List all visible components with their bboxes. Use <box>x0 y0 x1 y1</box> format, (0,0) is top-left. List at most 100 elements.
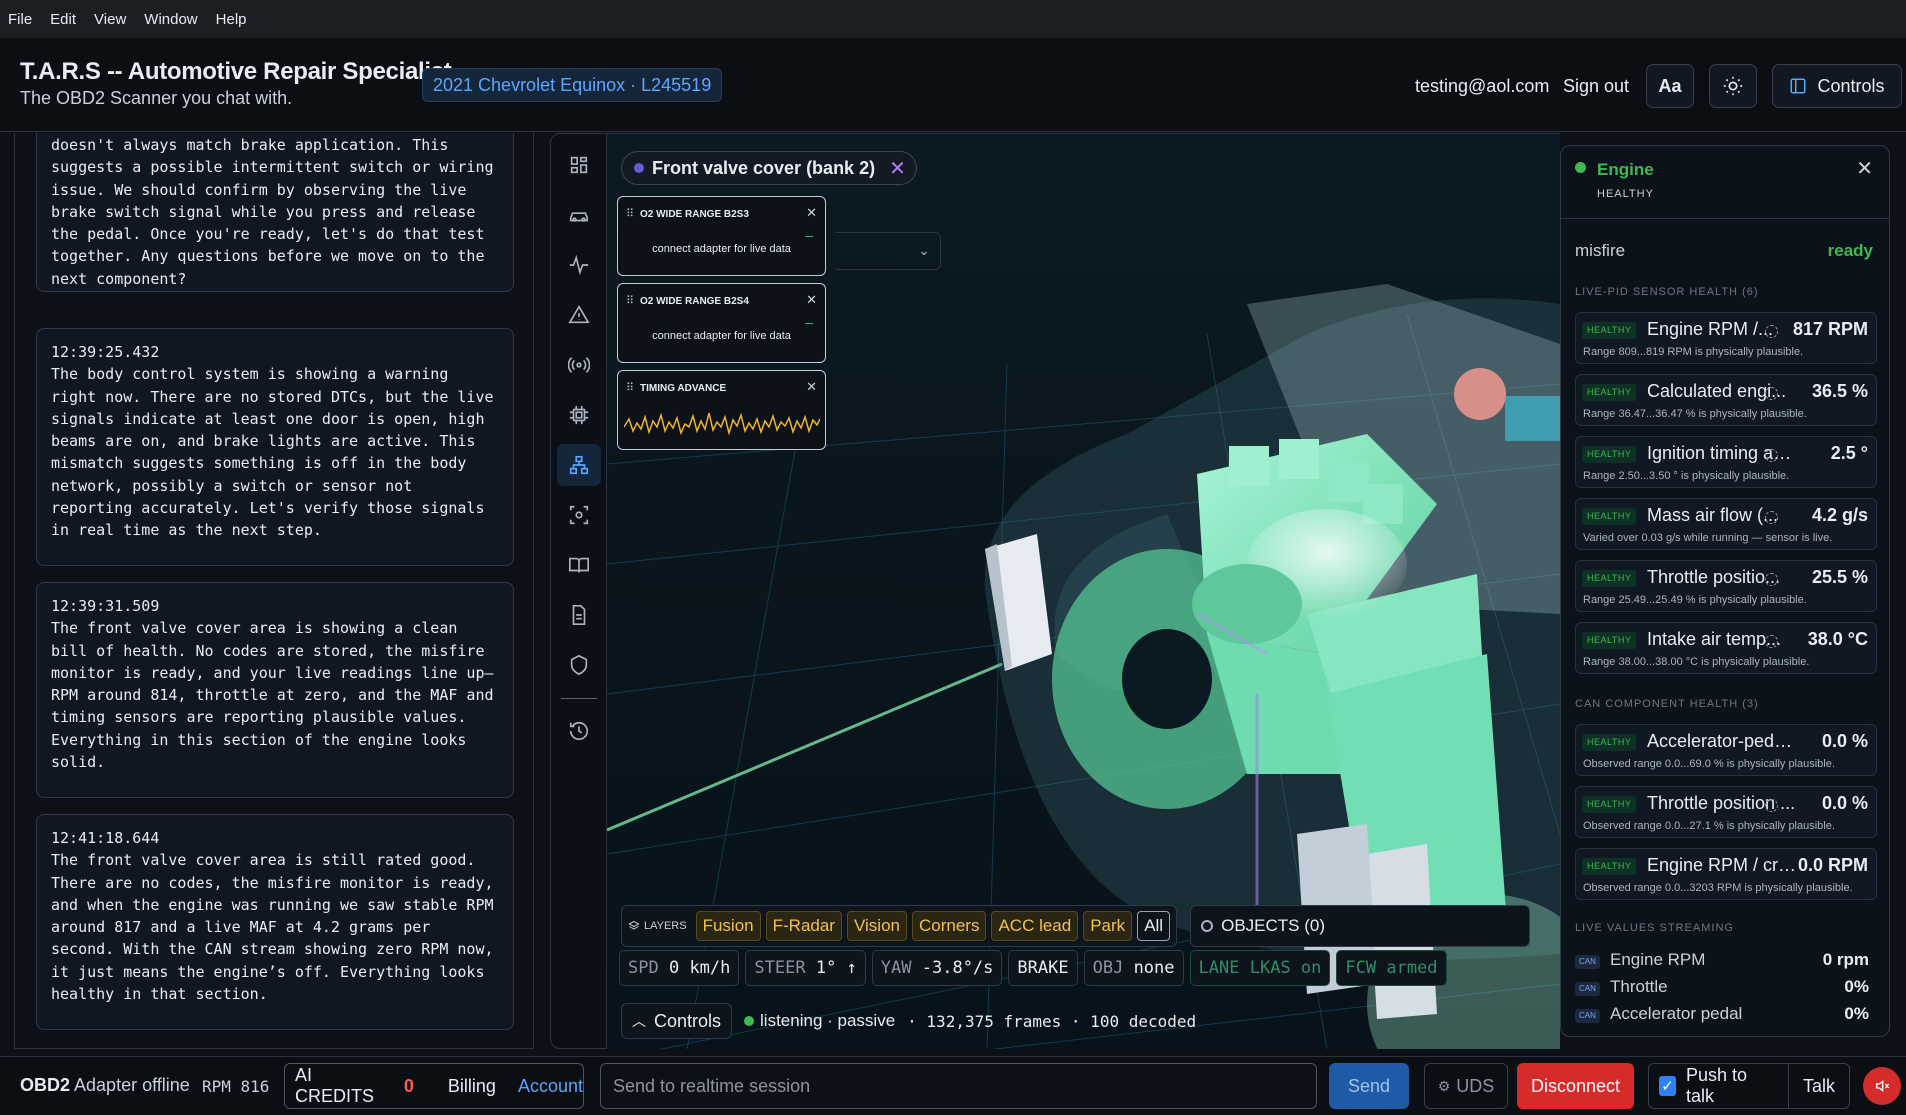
scan-icon[interactable] <box>557 494 601 536</box>
warning-icon[interactable] <box>557 294 601 336</box>
drag-handle-icon[interactable]: ⠿ <box>626 294 634 307</box>
push-to-talk-label: Push to talk <box>1686 1065 1748 1106</box>
broadcast-icon[interactable] <box>557 344 601 386</box>
sensor-health-card[interactable]: HEALTHY Calculated engi... 36.5 % Range 36.… <box>1575 374 1877 426</box>
healthy-badge: HEALTHY <box>1582 384 1637 401</box>
mute-icon[interactable] <box>1863 1067 1901 1105</box>
menu-file[interactable]: File <box>8 11 32 28</box>
telemetry-steer: STEER 1° ↑ <box>745 950 866 986</box>
can-tag: CAN <box>1575 1009 1600 1023</box>
3d-viewport[interactable]: Front valve cover (bank 2) ✕ ⌄ ⠿ O2 WIDE… <box>607 133 1560 1049</box>
adapter-offline-text: Adapter offline <box>74 1075 190 1095</box>
stream-name: Throttle <box>1610 977 1668 996</box>
healthy-badge: HEALTHY <box>1582 508 1637 525</box>
component-value: 0.0 % <box>1821 731 1868 751</box>
component-dot <box>634 163 644 173</box>
stream-value: 0% <box>1844 977 1869 996</box>
account-link[interactable]: Account <box>518 1076 583 1097</box>
drag-handle-icon[interactable]: ⠿ <box>626 207 634 220</box>
sensor-range: Range 2.50...3.50 ° is physically plausi… <box>1583 470 1790 482</box>
menu-help[interactable]: Help <box>216 11 247 28</box>
car-icon[interactable] <box>557 194 601 236</box>
theme-toggle-button[interactable] <box>1709 64 1757 108</box>
chat-message: doesn't always match brake application. … <box>36 133 514 292</box>
can-health-card[interactable]: HEALTHY Engine RPM / cra... 0.0 RPM Observe… <box>1575 848 1877 900</box>
talk-button[interactable]: Talk <box>1787 1063 1849 1109</box>
push-to-talk-checkbox[interactable]: ✓ <box>1659 1076 1676 1096</box>
telemetry-label: FCW <box>1345 958 1377 978</box>
can-health-card[interactable]: HEALTHY Accelerator-pedal p... 0.0 % Observ… <box>1575 724 1877 776</box>
loading-icon <box>1765 573 1778 586</box>
shield-icon[interactable] <box>557 644 601 686</box>
chip-icon[interactable] <box>557 394 601 436</box>
sign-out-link[interactable]: Sign out <box>1563 76 1629 97</box>
billing-link[interactable]: Billing <box>448 1076 496 1097</box>
layers-label-text: LAYERS <box>644 920 687 932</box>
pid-dropdown[interactable]: ⌄ <box>835 232 941 270</box>
layer-park[interactable]: Park <box>1083 911 1133 941</box>
target-icon <box>1201 920 1214 932</box>
pid-card-indicator <box>805 236 813 237</box>
healthy-badge: HEALTHY <box>1582 446 1637 463</box>
telemetry-brake: BRAKE <box>1008 950 1078 986</box>
close-icon[interactable]: ✕ <box>1856 156 1873 181</box>
layer-corners[interactable]: Corners <box>911 911 987 941</box>
controls-toggle[interactable]: ︿ Controls <box>621 1003 733 1039</box>
loading-icon <box>1765 799 1778 812</box>
layer-all[interactable]: All <box>1137 911 1171 941</box>
menu-edit[interactable]: Edit <box>50 11 76 28</box>
layer-f-radar[interactable]: F-Radar <box>765 911 842 941</box>
telemetry-label: LANE <box>1198 958 1240 978</box>
drag-handle-icon[interactable]: ⠿ <box>626 381 634 394</box>
layer-acc-lead[interactable]: ACC lead <box>991 911 1079 941</box>
menu-view[interactable]: View <box>94 11 126 28</box>
send-button[interactable]: Send <box>1329 1063 1409 1109</box>
close-icon[interactable]: ✕ <box>806 379 817 395</box>
close-icon[interactable]: ✕ <box>889 156 906 181</box>
stream-value: 0% <box>1844 1004 1869 1023</box>
pulse-icon[interactable] <box>557 244 601 286</box>
sensor-health-card[interactable]: HEALTHY Mass air flow (... 4.2 g/s Varied o… <box>1575 498 1877 550</box>
sensor-health-card[interactable]: HEALTHY Throttle positio... 25.5 % Range 25… <box>1575 560 1877 612</box>
sensor-health-card[interactable]: HEALTHY Ignition timing ad... 2.5 ° Range 2… <box>1575 436 1877 488</box>
chat-transcript[interactable]: doesn't always match brake application. … <box>14 133 534 1049</box>
can-tag: CAN <box>1575 982 1600 996</box>
history-icon[interactable] <box>557 710 601 752</box>
pid-card[interactable]: ⠿ O2 WIDE RANGE B2S4 ✕ connect adapter f… <box>617 283 826 363</box>
sensor-value: 25.5 % <box>1811 567 1868 587</box>
font-size-button[interactable]: Aa <box>1646 64 1694 108</box>
component-range: Observed range 0.0...69.0 % is physicall… <box>1583 758 1835 770</box>
menu-window[interactable]: Window <box>144 11 197 28</box>
adapter-status: OBD2 Adapter offline <box>20 1075 190 1096</box>
can-health-card[interactable]: HEALTHY Throttle position ... 0.0 % Observe… <box>1575 786 1877 838</box>
layers-icon <box>628 920 640 930</box>
toolbar-divider <box>561 698 597 699</box>
controls-button[interactable]: Controls <box>1772 64 1902 108</box>
telemetry-label: OBJ <box>1092 958 1124 978</box>
component-chip[interactable]: Front valve cover (bank 2) ✕ <box>621 151 917 185</box>
grid-icon[interactable] <box>557 144 601 186</box>
telemetry-label: STEER <box>754 958 806 978</box>
pid-card-indicator <box>805 323 813 324</box>
pid-card[interactable]: ⠿ TIMING ADVANCE ✕ <box>617 370 826 450</box>
gear-icon: ⚙ <box>1437 1077 1451 1094</box>
sensor-health-card[interactable]: HEALTHY Engine RPM /... 817 RPM Range 809..… <box>1575 312 1877 364</box>
disconnect-button[interactable]: Disconnect <box>1517 1063 1634 1109</box>
vehicle-badge[interactable]: 2021 Chevrolet Equinox · L245519 <box>422 68 723 102</box>
close-icon[interactable]: ✕ <box>806 292 817 308</box>
sun-icon <box>1723 76 1743 96</box>
book-icon[interactable] <box>557 544 601 586</box>
uds-button[interactable]: ⚙ UDS <box>1424 1063 1508 1109</box>
network-icon[interactable] <box>557 444 601 486</box>
uds-label: UDS <box>1456 1075 1495 1096</box>
document-icon[interactable] <box>557 594 601 636</box>
layer-vision[interactable]: Vision <box>846 911 907 941</box>
chat-message: 12:39:25.432 The body control system is … <box>36 328 514 566</box>
status-strip: ︿ Controls listening · passive · 132,375… <box>621 1003 1196 1039</box>
objects-panel[interactable]: OBJECTS (0) <box>1190 905 1531 947</box>
close-icon[interactable]: ✕ <box>806 205 817 221</box>
message-input[interactable] <box>600 1063 1317 1109</box>
layer-fusion[interactable]: Fusion <box>695 911 761 941</box>
sensor-health-card[interactable]: HEALTHY Intake air temp... 38.0 °C Range 38… <box>1575 622 1877 674</box>
pid-card[interactable]: ⠿ O2 WIDE RANGE B2S3 ✕ connect adapter f… <box>617 196 826 276</box>
